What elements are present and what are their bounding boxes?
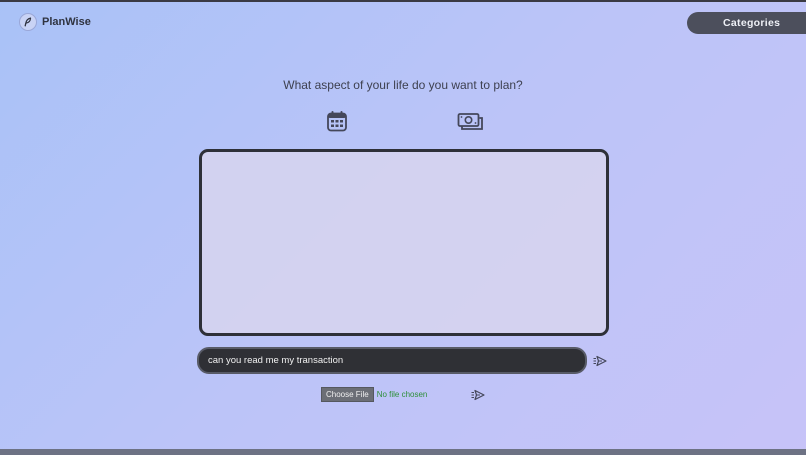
message-input[interactable] xyxy=(197,347,587,374)
file-upload: Choose File No file chosen xyxy=(321,387,427,402)
chat-display-area xyxy=(199,149,609,336)
upload-send-icon[interactable] xyxy=(471,388,485,401)
page-question: What aspect of your life do you want to … xyxy=(283,78,523,92)
file-status-text: No file chosen xyxy=(376,390,428,399)
categories-button-label: Categories xyxy=(723,17,781,29)
categories-button[interactable]: Categories xyxy=(687,12,806,34)
calendar-icon[interactable] xyxy=(326,110,348,132)
choose-file-button[interactable]: Choose File xyxy=(321,387,374,402)
bottom-bar xyxy=(0,449,806,455)
top-border xyxy=(0,0,806,2)
feather-icon xyxy=(19,13,37,31)
logo[interactable]: PlanWise xyxy=(19,13,91,31)
send-icon[interactable] xyxy=(593,354,607,367)
money-icon[interactable] xyxy=(457,110,485,132)
app-name: PlanWise xyxy=(42,16,91,28)
